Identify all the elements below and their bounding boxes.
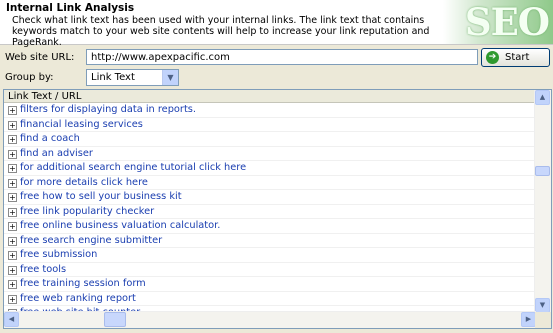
plus-icon[interactable]: + — [8, 222, 17, 231]
start-button[interactable]: ➔ Start — [481, 48, 550, 67]
group-by-select[interactable]: Link Text ▼ — [86, 69, 179, 86]
plus-icon[interactable]: + — [8, 265, 17, 275]
table-row[interactable]: + filters for displaying data in reports. — [4, 103, 536, 118]
plus-icon[interactable]: + — [8, 236, 17, 246]
grid-rows: + filters for displaying data in reports.… — [4, 103, 536, 328]
plus-icon[interactable]: + — [8, 280, 17, 289]
plus-icon[interactable]: + — [8, 106, 17, 115]
vertical-scroll-thumb[interactable] — [535, 166, 550, 176]
scroll-right-icon[interactable]: ▶ — [521, 312, 536, 327]
plus-icon[interactable]: + — [8, 193, 17, 202]
row-link-text: free tools — [20, 263, 67, 275]
url-label: Web site URL: — [5, 52, 75, 63]
plus-icon[interactable]: + — [8, 149, 17, 159]
table-row[interactable]: + free submission — [4, 248, 536, 263]
row-link-text: financial leasing services — [20, 118, 143, 130]
link-text-grid: Link Text / URL + filters for displaying … — [3, 89, 552, 329]
header-panel: Internal Link Analysis Check what link t… — [0, 0, 553, 48]
row-link-text: find a coach — [20, 133, 80, 144]
table-row[interactable]: + free link popularity checker — [4, 205, 536, 219]
row-link-text: free online business valuation calculato… — [20, 220, 221, 231]
table-row[interactable]: + free web ranking report — [4, 292, 536, 306]
table-row[interactable]: + financial leasing services — [4, 118, 536, 132]
seo-logo: SEO — [443, 0, 553, 44]
group-by-value: Link Text — [91, 72, 135, 83]
table-row[interactable]: + find a coach — [4, 132, 536, 147]
scroll-up-icon[interactable]: ▲ — [535, 90, 550, 105]
row-link-text: find an adviser — [20, 147, 93, 159]
row-link-text: filters for displaying data in reports. — [20, 104, 197, 115]
row-link-text: for more details click here — [20, 176, 148, 188]
plus-icon[interactable]: + — [8, 294, 17, 304]
url-input[interactable]: http://www.apexpacific.com — [86, 49, 478, 65]
group-by-label: Group by: — [5, 72, 54, 83]
row-link-text: free web ranking report — [20, 292, 136, 304]
row-link-text: free link popularity checker — [20, 205, 155, 217]
plus-icon[interactable]: + — [8, 178, 17, 188]
column-header-link-text[interactable]: Link Text / URL — [4, 90, 536, 103]
row-link-text: free submission — [20, 249, 98, 260]
row-link-text: free training session form — [20, 278, 146, 289]
table-row[interactable]: + find an adviser — [4, 147, 536, 161]
table-row[interactable]: + free tools — [4, 263, 536, 277]
page-title: Internal Link Analysis — [6, 2, 135, 14]
plus-icon[interactable]: + — [8, 164, 17, 173]
start-button-label: Start — [505, 52, 530, 63]
seo-logo-text: SEO — [464, 0, 550, 44]
plus-icon[interactable]: + — [8, 135, 17, 144]
row-link-text: free search engine submitter — [20, 234, 163, 246]
go-arrow-icon: ➔ — [486, 51, 499, 64]
plus-icon[interactable]: + — [8, 120, 17, 130]
plus-icon[interactable]: + — [8, 207, 17, 217]
row-link-text: for additional search engine tutorial cl… — [20, 162, 247, 173]
table-row[interactable]: + for more details click here — [4, 176, 536, 190]
scrollbar-corner — [535, 312, 551, 328]
horizontal-scrollbar[interactable]: ◀ ▶ — [4, 311, 536, 328]
plus-icon[interactable]: + — [8, 251, 17, 260]
horizontal-scroll-thumb[interactable] — [104, 312, 126, 327]
row-link-text: free how to sell your business kit — [20, 191, 182, 202]
table-row[interactable]: + free online business valuation calculat… — [4, 219, 536, 234]
page-description: Check what link text has been used with … — [12, 15, 430, 48]
table-row[interactable]: + free how to sell your business kit — [4, 190, 536, 205]
vertical-scrollbar[interactable]: ▲ ▼ — [534, 90, 551, 313]
scroll-down-icon[interactable]: ▼ — [535, 298, 550, 313]
chevron-down-icon[interactable]: ▼ — [162, 70, 178, 85]
table-row[interactable]: + free search engine submitter — [4, 234, 536, 248]
table-row[interactable]: + for additional search engine tutorial c… — [4, 161, 536, 176]
table-row[interactable]: + free training session form — [4, 277, 536, 292]
scroll-left-icon[interactable]: ◀ — [4, 312, 19, 327]
